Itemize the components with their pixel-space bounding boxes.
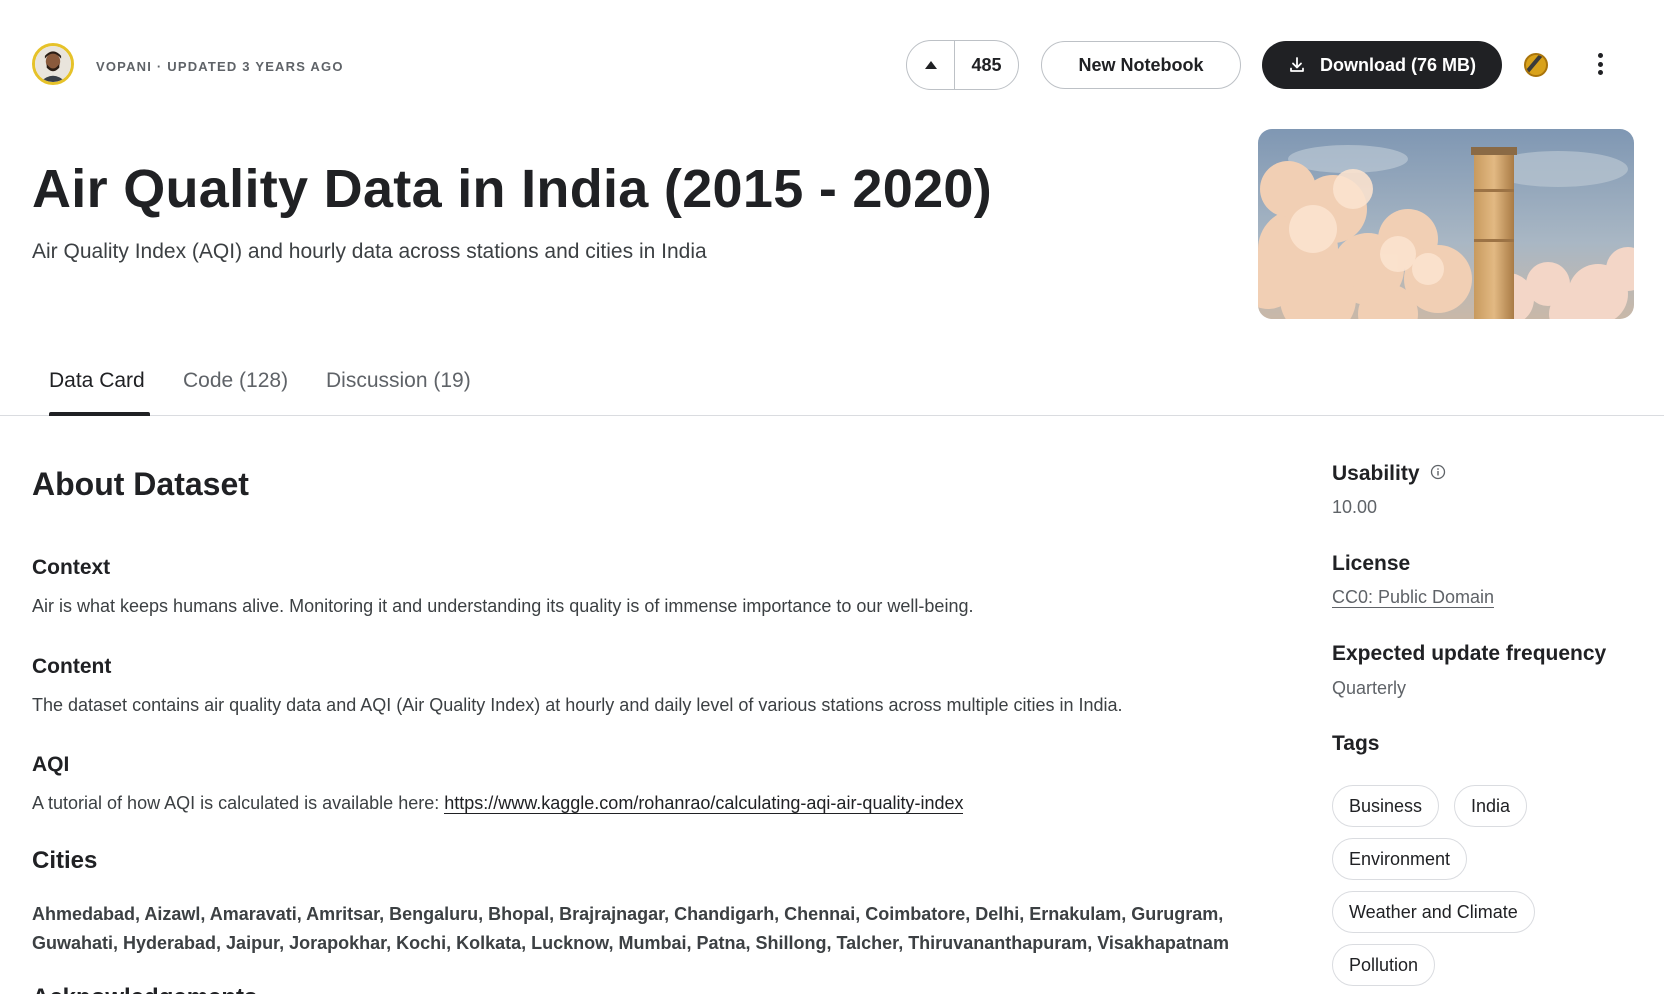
dataset-header-bar: VOPANI · UPDATED 3 YEARS AGO 485 New Not… xyxy=(0,0,1664,110)
dataset-title: Air Quality Data in India (2015 - 2020) xyxy=(32,159,993,219)
content-text: The dataset contains air quality data an… xyxy=(32,695,1123,715)
usability-label-text: Usability xyxy=(1332,462,1420,485)
owner-avatar[interactable] xyxy=(32,43,74,85)
dataset-cover-image xyxy=(1258,129,1634,319)
tags-label: Tags xyxy=(1332,732,1380,755)
tag-pollution[interactable]: Pollution xyxy=(1332,944,1436,986)
aqi-heading: AQI xyxy=(32,753,70,776)
tab-data-card[interactable]: Data Card xyxy=(49,369,145,393)
dataset-subtitle: Air Quality Index (AQI) and hourly data … xyxy=(32,240,707,263)
license-label: License xyxy=(1332,552,1411,575)
about-heading: About Dataset xyxy=(32,466,249,502)
aqi-tutorial-link[interactable]: https://www.kaggle.com/rohanrao/calculat… xyxy=(444,793,964,814)
download-label: Download (76 MB) xyxy=(1320,54,1476,75)
update-frequency-value: Quarterly xyxy=(1332,678,1407,698)
license-value: CC0: Public Domain xyxy=(1332,587,1495,608)
context-text: Air is what keeps humans alive. Monitori… xyxy=(32,596,974,616)
more-vertical-icon[interactable] xyxy=(1590,50,1610,78)
owner-update-line[interactable]: VOPANI · UPDATED 3 YEARS AGO xyxy=(96,59,344,74)
download-button[interactable]: Download (76 MB) xyxy=(1262,41,1502,89)
medal-icon[interactable] xyxy=(1524,53,1548,77)
tag-weather-and-climate[interactable]: Weather and Climate xyxy=(1332,891,1535,933)
dataset-tabs: Data Card Code (128) Discussion (19) xyxy=(0,360,1664,416)
license-link[interactable]: CC0: Public Domain xyxy=(1332,587,1495,608)
aqi-text: A tutorial of how AQI is calculated is a… xyxy=(32,793,964,814)
info-icon[interactable] xyxy=(1430,464,1446,480)
tab-discussion[interactable]: Discussion (19) xyxy=(326,369,471,393)
usability-value: 10.00 xyxy=(1332,497,1378,517)
acknowledgements-heading: Acknowledgements xyxy=(32,984,257,994)
caret-up-icon xyxy=(924,61,937,69)
cities-heading: Cities xyxy=(32,847,98,874)
context-heading: Context xyxy=(32,556,111,579)
tag-environment[interactable]: Environment xyxy=(1332,838,1468,880)
vote-count: 485 xyxy=(971,54,1002,75)
tag-india[interactable]: India xyxy=(1454,785,1528,827)
download-icon xyxy=(1290,57,1304,72)
upvote-widget: 485 xyxy=(906,40,1019,90)
new-notebook-button[interactable]: New Notebook xyxy=(1041,41,1241,89)
usability-label: Usability xyxy=(1332,462,1446,486)
avatar-image xyxy=(35,46,71,82)
content-heading: Content xyxy=(32,655,112,678)
upvote-button[interactable] xyxy=(907,41,955,89)
active-tab-indicator xyxy=(49,412,150,416)
tag-business[interactable]: Business xyxy=(1332,785,1440,827)
update-frequency-label: Expected update frequency xyxy=(1332,642,1607,665)
tab-code[interactable]: Code (128) xyxy=(183,369,288,393)
cities-list: Ahmedabad, Aizawl, Amaravati, Amritsar, … xyxy=(32,904,1229,953)
aqi-text-prefix: A tutorial of how AQI is calculated is a… xyxy=(32,793,445,813)
